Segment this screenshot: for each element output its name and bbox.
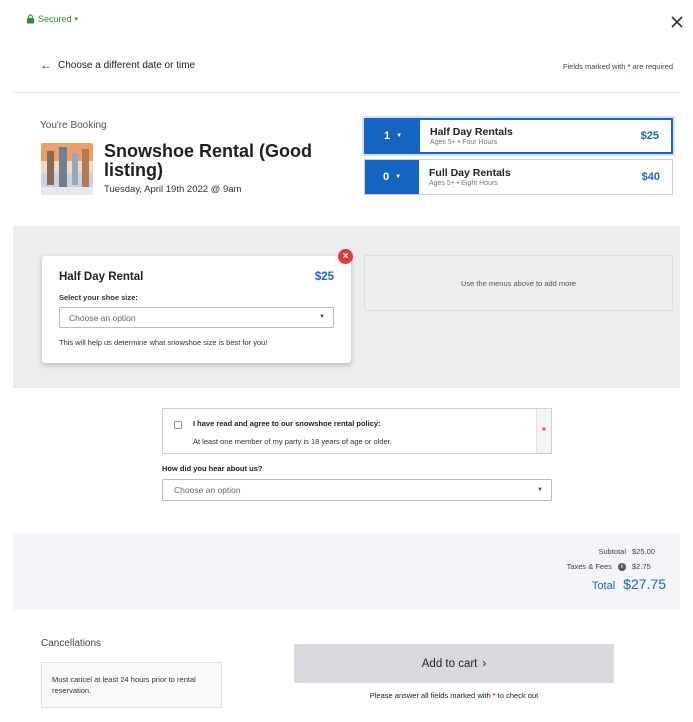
rental-option-half-day[interactable]: 1 ▼ Half Day Rentals Ages 5+ • Four Hour…	[364, 118, 673, 154]
total-label: Total	[591, 580, 616, 592]
shoe-size-placeholder: Choose an option	[69, 313, 136, 323]
lock-icon	[26, 14, 35, 24]
chevron-down-icon: ▼	[395, 174, 402, 180]
item-title: Half Day Rental	[59, 271, 144, 283]
rental-info: Half Day Rentals Ages 5+ • Four Hours	[420, 126, 623, 146]
remove-item-button[interactable]: ×	[338, 249, 353, 264]
secured-indicator[interactable]: Secured ▾	[26, 14, 78, 24]
shoe-size-select[interactable]: Choose an option ▼	[59, 307, 334, 328]
referral-label: How did you hear about us?	[162, 464, 263, 473]
checkout-note-text: Please answer all fields marked with	[369, 691, 491, 700]
checkout-note: Please answer all fields marked with * t…	[294, 691, 614, 700]
add-more-text: Use the menus above to add more	[460, 278, 577, 288]
chevron-down-icon: ▼	[537, 487, 543, 493]
policy-checkbox[interactable]	[174, 421, 182, 429]
required-note-text-end: are required	[632, 62, 673, 71]
add-more-hint: Use the menus above to add more	[364, 255, 673, 311]
required-indicator: *	[536, 409, 551, 453]
rental-meta: Ages 5+ • Eight Hours	[429, 180, 498, 187]
back-link-label: Choose a different date or time	[58, 59, 196, 71]
required-star: *	[492, 691, 496, 700]
rental-price: $40	[641, 171, 660, 183]
listing-title: Snowshoe Rental (Good listing)	[104, 141, 313, 180]
selected-item-card: Half Day Rental $25 Select your shoe siz…	[42, 256, 351, 363]
info-icon[interactable]: i	[618, 562, 626, 571]
shoe-size-label: Select your shoe size:	[59, 293, 138, 302]
item-price: $25	[314, 271, 334, 283]
fees-row: Taxes & Fees i $2.75	[567, 562, 662, 571]
chevron-down-icon: ▼	[396, 133, 403, 139]
total-value: $27.75	[623, 576, 666, 592]
rental-meta: Ages 5+ • Four Hours	[430, 139, 498, 146]
totals-section	[13, 533, 680, 610]
secured-label: Secured	[38, 14, 72, 24]
chevron-down-icon: ▼	[319, 314, 325, 320]
checkout-note-text-end: to check out	[497, 691, 539, 700]
quantity-select[interactable]: 0 ▼	[365, 160, 419, 194]
chevron-down-icon: ▾	[74, 16, 79, 23]
arrow-left-icon: ←	[40, 58, 52, 72]
listing-thumbnail	[41, 143, 93, 195]
chevron-right-icon: ›	[482, 657, 487, 670]
referral-select[interactable]: Choose an option ▼	[162, 479, 552, 501]
cancellation-policy: Must cancel at least 24 hours prior to r…	[41, 662, 222, 708]
rental-name: Full Day Rentals	[429, 167, 511, 179]
add-to-cart-button[interactable]: Add to cart ›	[294, 644, 614, 683]
close-icon[interactable]	[671, 16, 683, 28]
divider	[13, 92, 680, 93]
add-to-cart-label: Add to cart	[421, 657, 478, 670]
rental-option-full-day[interactable]: 0 ▼ Full Day Rentals Ages 5+ • Eight Hou…	[364, 159, 673, 195]
rental-price: $25	[640, 130, 659, 142]
subtotal-row: Subtotal $25.00	[598, 547, 662, 556]
top-bar: Secured ▾	[0, 0, 693, 44]
policy-agreement[interactable]: I have read and agree to our snowshoe re…	[162, 408, 552, 454]
referral-placeholder: Choose an option	[174, 485, 241, 495]
policy-title: I have read and agree to our snowshoe re…	[193, 419, 381, 428]
back-link[interactable]: ← Choose a different date or time	[40, 58, 195, 72]
subtotal-label: Subtotal	[598, 547, 626, 556]
booking-label: You're Booking	[40, 120, 107, 131]
required-fields-note: Fields marked with * are required	[563, 62, 673, 71]
quantity-value: 1	[383, 130, 391, 142]
policy-subtitle: At least one member of my party is 18 ye…	[193, 437, 392, 446]
subtotal-value: $25.00	[632, 547, 655, 556]
shoe-size-help: This will help us determine what snowsho…	[59, 338, 268, 347]
fees-label: Taxes & Fees	[566, 562, 612, 571]
cancellations-title: Cancellations	[41, 638, 102, 649]
total-row: Total $27.75	[592, 576, 666, 592]
fees-value: $2.75	[632, 562, 651, 571]
quantity-value: 0	[382, 171, 390, 183]
close-icon: ×	[342, 250, 349, 262]
required-star: *	[627, 62, 631, 71]
required-note-text: Fields marked with	[562, 62, 626, 71]
rental-info: Full Day Rentals Ages 5+ • Eight Hours	[419, 167, 624, 187]
rental-name: Half Day Rentals	[430, 126, 513, 138]
quantity-select[interactable]: 1 ▼	[366, 120, 420, 152]
booking-date: Tuesday, April 19th 2022 @ 9am	[104, 184, 242, 195]
